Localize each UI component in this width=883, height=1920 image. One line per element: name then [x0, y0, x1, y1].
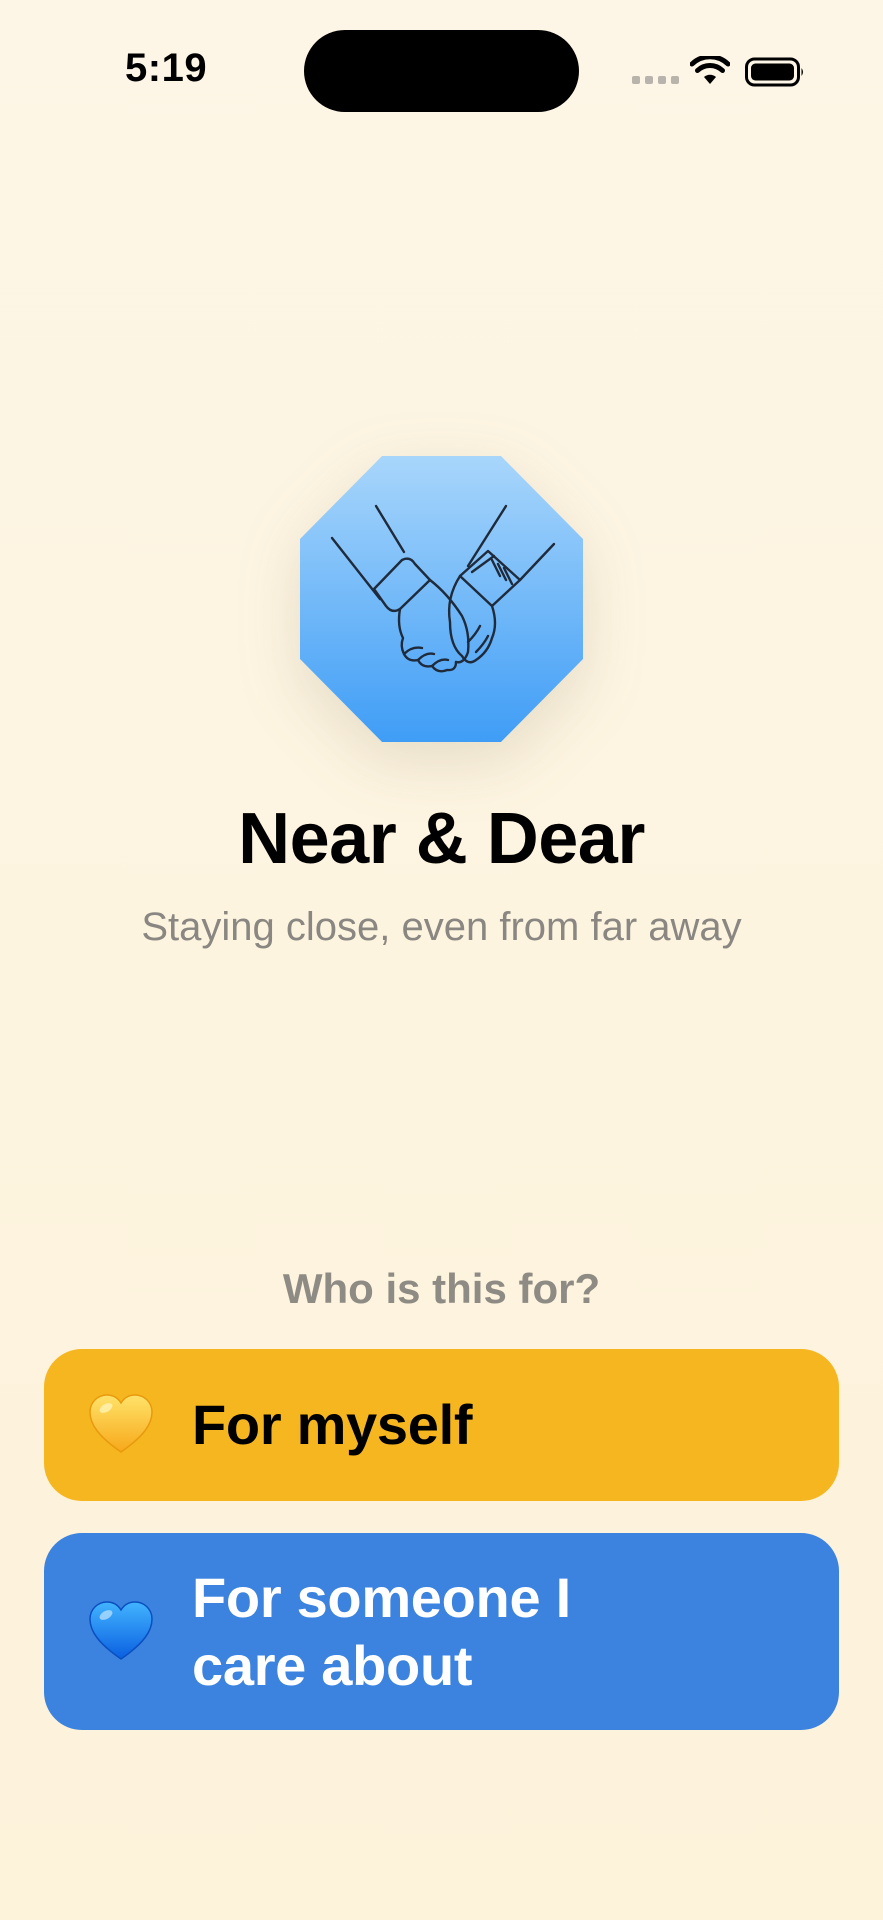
for-someone-button[interactable]: For someone I care about [44, 1533, 839, 1730]
app-subtitle: Staying close, even from far away [141, 905, 742, 949]
yellow-heart-icon [89, 1394, 153, 1453]
status-time: 5:19 [125, 46, 208, 90]
holding-hands-icon [330, 504, 556, 673]
blue-heart-icon [89, 1600, 153, 1660]
app-title: Near & Dear [238, 799, 645, 879]
dynamic-island [304, 30, 579, 112]
for-someone-label: For someone I care about [192, 1565, 571, 1697]
battery-icon [745, 57, 803, 87]
app-logo [300, 456, 583, 742]
status-bar: 5:19 [0, 0, 883, 140]
audience-question: Who is this for? [282, 1265, 601, 1312]
for-myself-label: For myself [192, 1393, 473, 1456]
for-myself-button[interactable]: For myself [44, 1349, 839, 1501]
wifi-icon [690, 56, 730, 84]
cellular-signal-icon [632, 76, 679, 84]
